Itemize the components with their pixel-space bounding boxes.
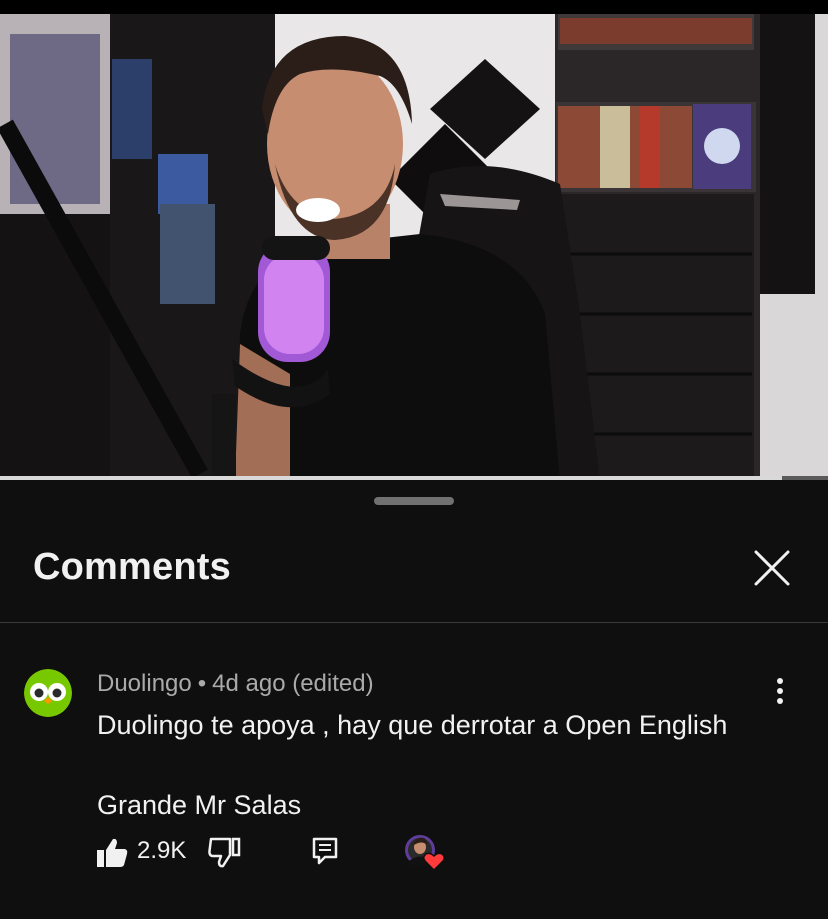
meta-separator: • [197, 670, 207, 697]
reply-button[interactable] [309, 835, 341, 867]
video-frame [0, 14, 828, 480]
dislike-button[interactable] [206, 835, 242, 871]
comments-panel: Comments Duolingo • 4d ago (edited) Duolin… [0, 480, 828, 919]
comment-timestamp: 4d ago (edited) [212, 670, 374, 697]
comment-meta: Duolingo • 4d ago (edited) [97, 670, 374, 698]
more-vertical-icon [777, 678, 783, 704]
thumbs-down-icon [208, 837, 241, 868]
comment-item: Duolingo • 4d ago (edited) Duolingo te apo… [0, 623, 828, 919]
close-button[interactable] [750, 546, 794, 590]
creator-heart-icon [405, 835, 446, 872]
comment-actions: 2.9K [0, 827, 828, 877]
more-options-button[interactable] [768, 676, 792, 710]
video-player[interactable] [0, 14, 828, 480]
avatar[interactable] [24, 669, 72, 717]
duolingo-owl-icon [24, 669, 72, 717]
status-bar [0, 0, 828, 14]
like-count: 2.9K [137, 837, 187, 864]
creator-heart [402, 832, 448, 872]
close-icon [754, 550, 790, 586]
panel-title: Comments [33, 546, 231, 588]
comment-author[interactable]: Duolingo [97, 670, 192, 697]
drag-handle[interactable] [374, 497, 454, 505]
comment-text: Duolingo te apoya , hay que derrotar a O… [97, 710, 728, 820]
thumbs-up-icon [97, 838, 128, 867]
reply-icon [312, 837, 338, 865]
like-button[interactable] [94, 835, 130, 871]
